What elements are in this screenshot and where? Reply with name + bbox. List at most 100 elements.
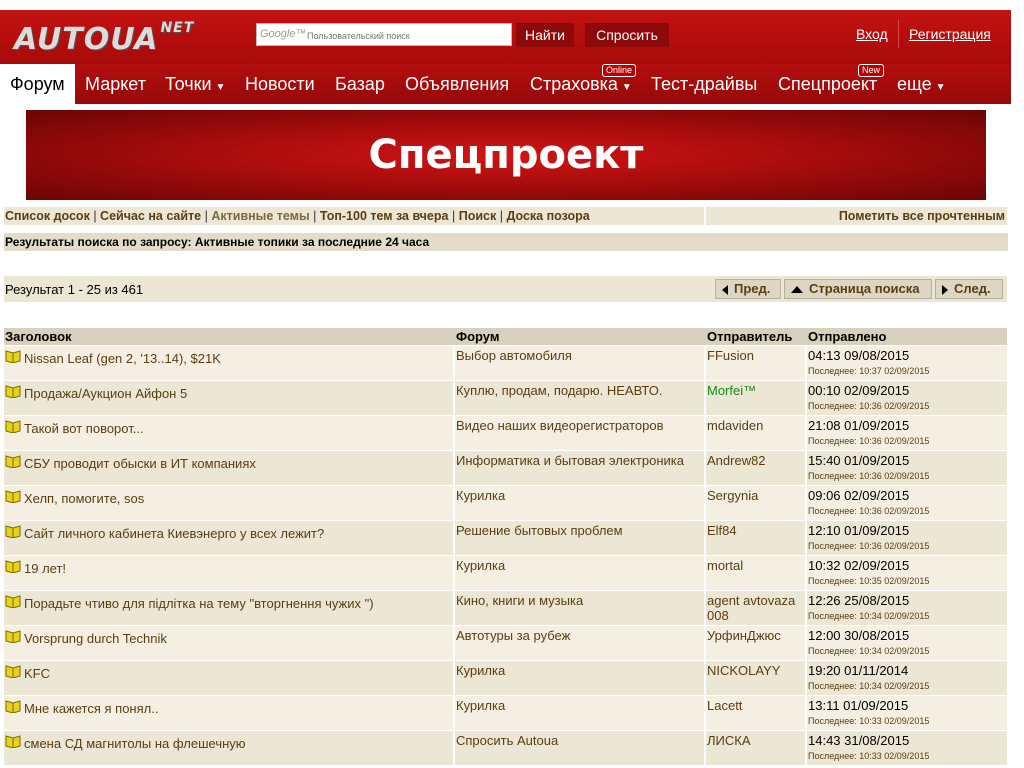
nav-item-forum[interactable]: Форум [0, 64, 75, 104]
forum-link[interactable]: Информатика и бытовая электроника [456, 453, 684, 468]
sender-link[interactable]: agent avtovaza 008 [707, 593, 805, 623]
col-title: Заголовок [5, 329, 72, 344]
topic-title-link[interactable]: Хелп, помогите, sos [24, 491, 144, 506]
last-post-link[interactable]: Последнее: 10:33 02/09/2015 [808, 716, 929, 726]
topic-book-icon [5, 349, 21, 368]
logo-suffix: NET [160, 20, 195, 36]
last-post-link[interactable]: Последнее: 10:36 02/09/2015 [808, 436, 929, 446]
cell-title: Nissan Leaf (gen 2, '13..14), $21K [4, 346, 453, 380]
topic-title-link[interactable]: СБУ проводит обыски в ИТ компаниях [24, 456, 256, 471]
last-post-link[interactable]: Последнее: 10:34 02/09/2015 [808, 681, 929, 691]
last-post-link[interactable]: Последнее: 10:36 02/09/2015 [808, 506, 929, 516]
cell-forum: Видео наших видеорегистраторов [455, 416, 704, 450]
link-online-now[interactable]: Сейчас на сайте [100, 209, 201, 223]
topic-title-link[interactable]: Продажа/Аукцион Айфон 5 [24, 386, 187, 401]
sender-link[interactable]: Morfei™ [707, 383, 805, 398]
sender-link[interactable]: УрфинДжюс [707, 628, 805, 643]
forum-link[interactable]: Спросить Autoua [456, 733, 558, 748]
table-row: Сайт личного кабинета Киевэнерго у всех … [4, 521, 1007, 555]
sender-link[interactable]: Lacett [707, 698, 805, 713]
nav-item-points[interactable]: Точки ▼ [165, 64, 225, 104]
topic-title-link[interactable]: Nissan Leaf (gen 2, '13..14), $21K [24, 351, 221, 366]
next-button[interactable]: След. [935, 279, 1003, 299]
cell-sent: 12:00 30/08/2015 Последнее: 10:34 02/09/2… [807, 626, 1007, 660]
ask-button[interactable]: Спросить [585, 23, 669, 47]
nav-item-market[interactable]: Маркет [85, 64, 146, 104]
forum-link[interactable]: Курилка [456, 698, 505, 713]
last-post-link[interactable]: Последнее: 10:36 02/09/2015 [808, 471, 929, 481]
cell-sent: 09:06 02/09/2015 Последнее: 10:36 02/09/2… [807, 486, 1007, 520]
search-page-button[interactable]: Страница поиска [784, 279, 932, 299]
sender-link[interactable]: Elf84 [707, 523, 805, 538]
nav-item-test-drives[interactable]: Тест-драйвы [651, 64, 757, 104]
sender-link[interactable]: Andrew82 [707, 453, 805, 468]
topic-title-link[interactable]: Vorsprung durch Technik [24, 631, 167, 646]
login-link[interactable]: Вход [856, 26, 888, 42]
promo-banner[interactable]: Спецпроект [26, 110, 986, 200]
cell-sent: 04:13 09/08/2015 Последнее: 10:37 02/09/2… [807, 346, 1007, 380]
sender-link[interactable]: mortal [707, 558, 805, 573]
topic-title-link[interactable]: Такой вот поворот... [24, 421, 144, 436]
last-post-link[interactable]: Последнее: 10:34 02/09/2015 [808, 646, 929, 656]
last-post-link[interactable]: Последнее: 10:37 02/09/2015 [808, 366, 929, 376]
nav-label: Объявления [405, 74, 510, 94]
table-row: Мне кажется я понял.. Курилка Lacett 13:11 … [4, 696, 1007, 730]
last-post-link[interactable]: Последнее: 10:36 02/09/2015 [808, 401, 929, 411]
search-box: Google™ [256, 23, 512, 46]
topic-book-icon [5, 699, 21, 718]
forum-link[interactable]: Автотуры за рубеж [456, 628, 570, 643]
link-board-list[interactable]: Список досок [5, 209, 90, 223]
nav-item-news[interactable]: Новости [245, 64, 315, 104]
sender-link[interactable]: ЛИСКА [707, 733, 805, 748]
cell-sender: mortal [706, 556, 805, 590]
cell-sender: Andrew82 [706, 451, 805, 485]
forum-link[interactable]: Кино, книги и музыка [456, 593, 583, 608]
topic-title-link[interactable]: Мне кажется я понял.. [24, 701, 158, 716]
topic-title-link[interactable]: Сайт личного кабинета Киевэнерго у всех … [24, 526, 324, 541]
forum-link[interactable]: Решение бытовых проблем [456, 523, 623, 538]
forum-link[interactable]: Курилка [456, 488, 505, 503]
last-post-link[interactable]: Последнее: 10:34 02/09/2015 [808, 611, 929, 621]
topic-book-icon [5, 384, 21, 403]
sender-link[interactable]: Sergynia [707, 488, 805, 503]
search-input[interactable] [305, 27, 509, 44]
mark-all-read-link[interactable]: Пометить все прочтенным [839, 209, 1005, 223]
topic-book-icon [5, 454, 21, 473]
site-logo[interactable]: AUTOUA NET [14, 20, 195, 57]
link-shame-board[interactable]: Доска позора [506, 209, 589, 223]
forum-link[interactable]: Выбор автомобиля [456, 348, 572, 363]
results-bar: Результат 1 - 25 из 461 Пред. Страница п… [4, 276, 1007, 302]
table-row: Такой вот поворот... Видео наших видеорег… [4, 416, 1007, 450]
sent-date: 09:06 02/09/2015 [808, 488, 910, 503]
register-link[interactable]: Регистрация [909, 26, 991, 42]
forum-link[interactable]: Куплю, продам, подарю. НЕАВТО. [456, 383, 662, 398]
nav-label: Маркет [85, 74, 146, 94]
sender-link[interactable]: NICKOLAYY [707, 663, 805, 678]
find-button[interactable]: Найти [516, 23, 574, 47]
topic-title-link[interactable]: Порадьте чтиво для підлітка на тему "вто… [24, 596, 374, 611]
table-header: Заголовок Форум Отправитель Отправлено [4, 328, 1007, 345]
prev-button[interactable]: Пред. [715, 279, 781, 299]
topic-title-link[interactable]: смена СД магнитолы на флешечную [24, 736, 246, 751]
nav-item-more[interactable]: еще ▼ [897, 64, 946, 104]
nav-item-bazaar[interactable]: Базар [335, 64, 385, 104]
nav-item-ads[interactable]: Объявления [405, 64, 509, 104]
sender-link[interactable]: FFusion [707, 348, 805, 363]
forum-link[interactable]: Курилка [456, 663, 505, 678]
last-post-link[interactable]: Последнее: 10:33 02/09/2015 [808, 751, 929, 761]
link-search[interactable]: Поиск [459, 209, 497, 223]
link-active-topics[interactable]: Активные темы [211, 209, 309, 223]
forum-link[interactable]: Видео наших видеорегистраторов [456, 418, 664, 433]
topic-title-link[interactable]: 19 лет! [24, 561, 66, 576]
table-row: СБУ проводит обыски в ИТ компаниях Информ… [4, 451, 1007, 485]
topic-title-link[interactable]: KFC [24, 666, 50, 681]
forum-link[interactable]: Курилка [456, 558, 505, 573]
last-post-link[interactable]: Последнее: 10:36 02/09/2015 [808, 541, 929, 551]
cell-title: смена СД магнитолы на флешечную [4, 731, 453, 765]
sent-date: 19:20 01/11/2014 [808, 663, 909, 678]
last-post-link[interactable]: Последнее: 10:35 02/09/2015 [808, 576, 929, 586]
link-top-100[interactable]: Топ-100 тем за вчера [320, 209, 449, 223]
sender-link[interactable]: mdaviden [707, 418, 805, 433]
banner-title: Спецпроект [368, 132, 644, 178]
cell-title: KFC [4, 661, 453, 695]
